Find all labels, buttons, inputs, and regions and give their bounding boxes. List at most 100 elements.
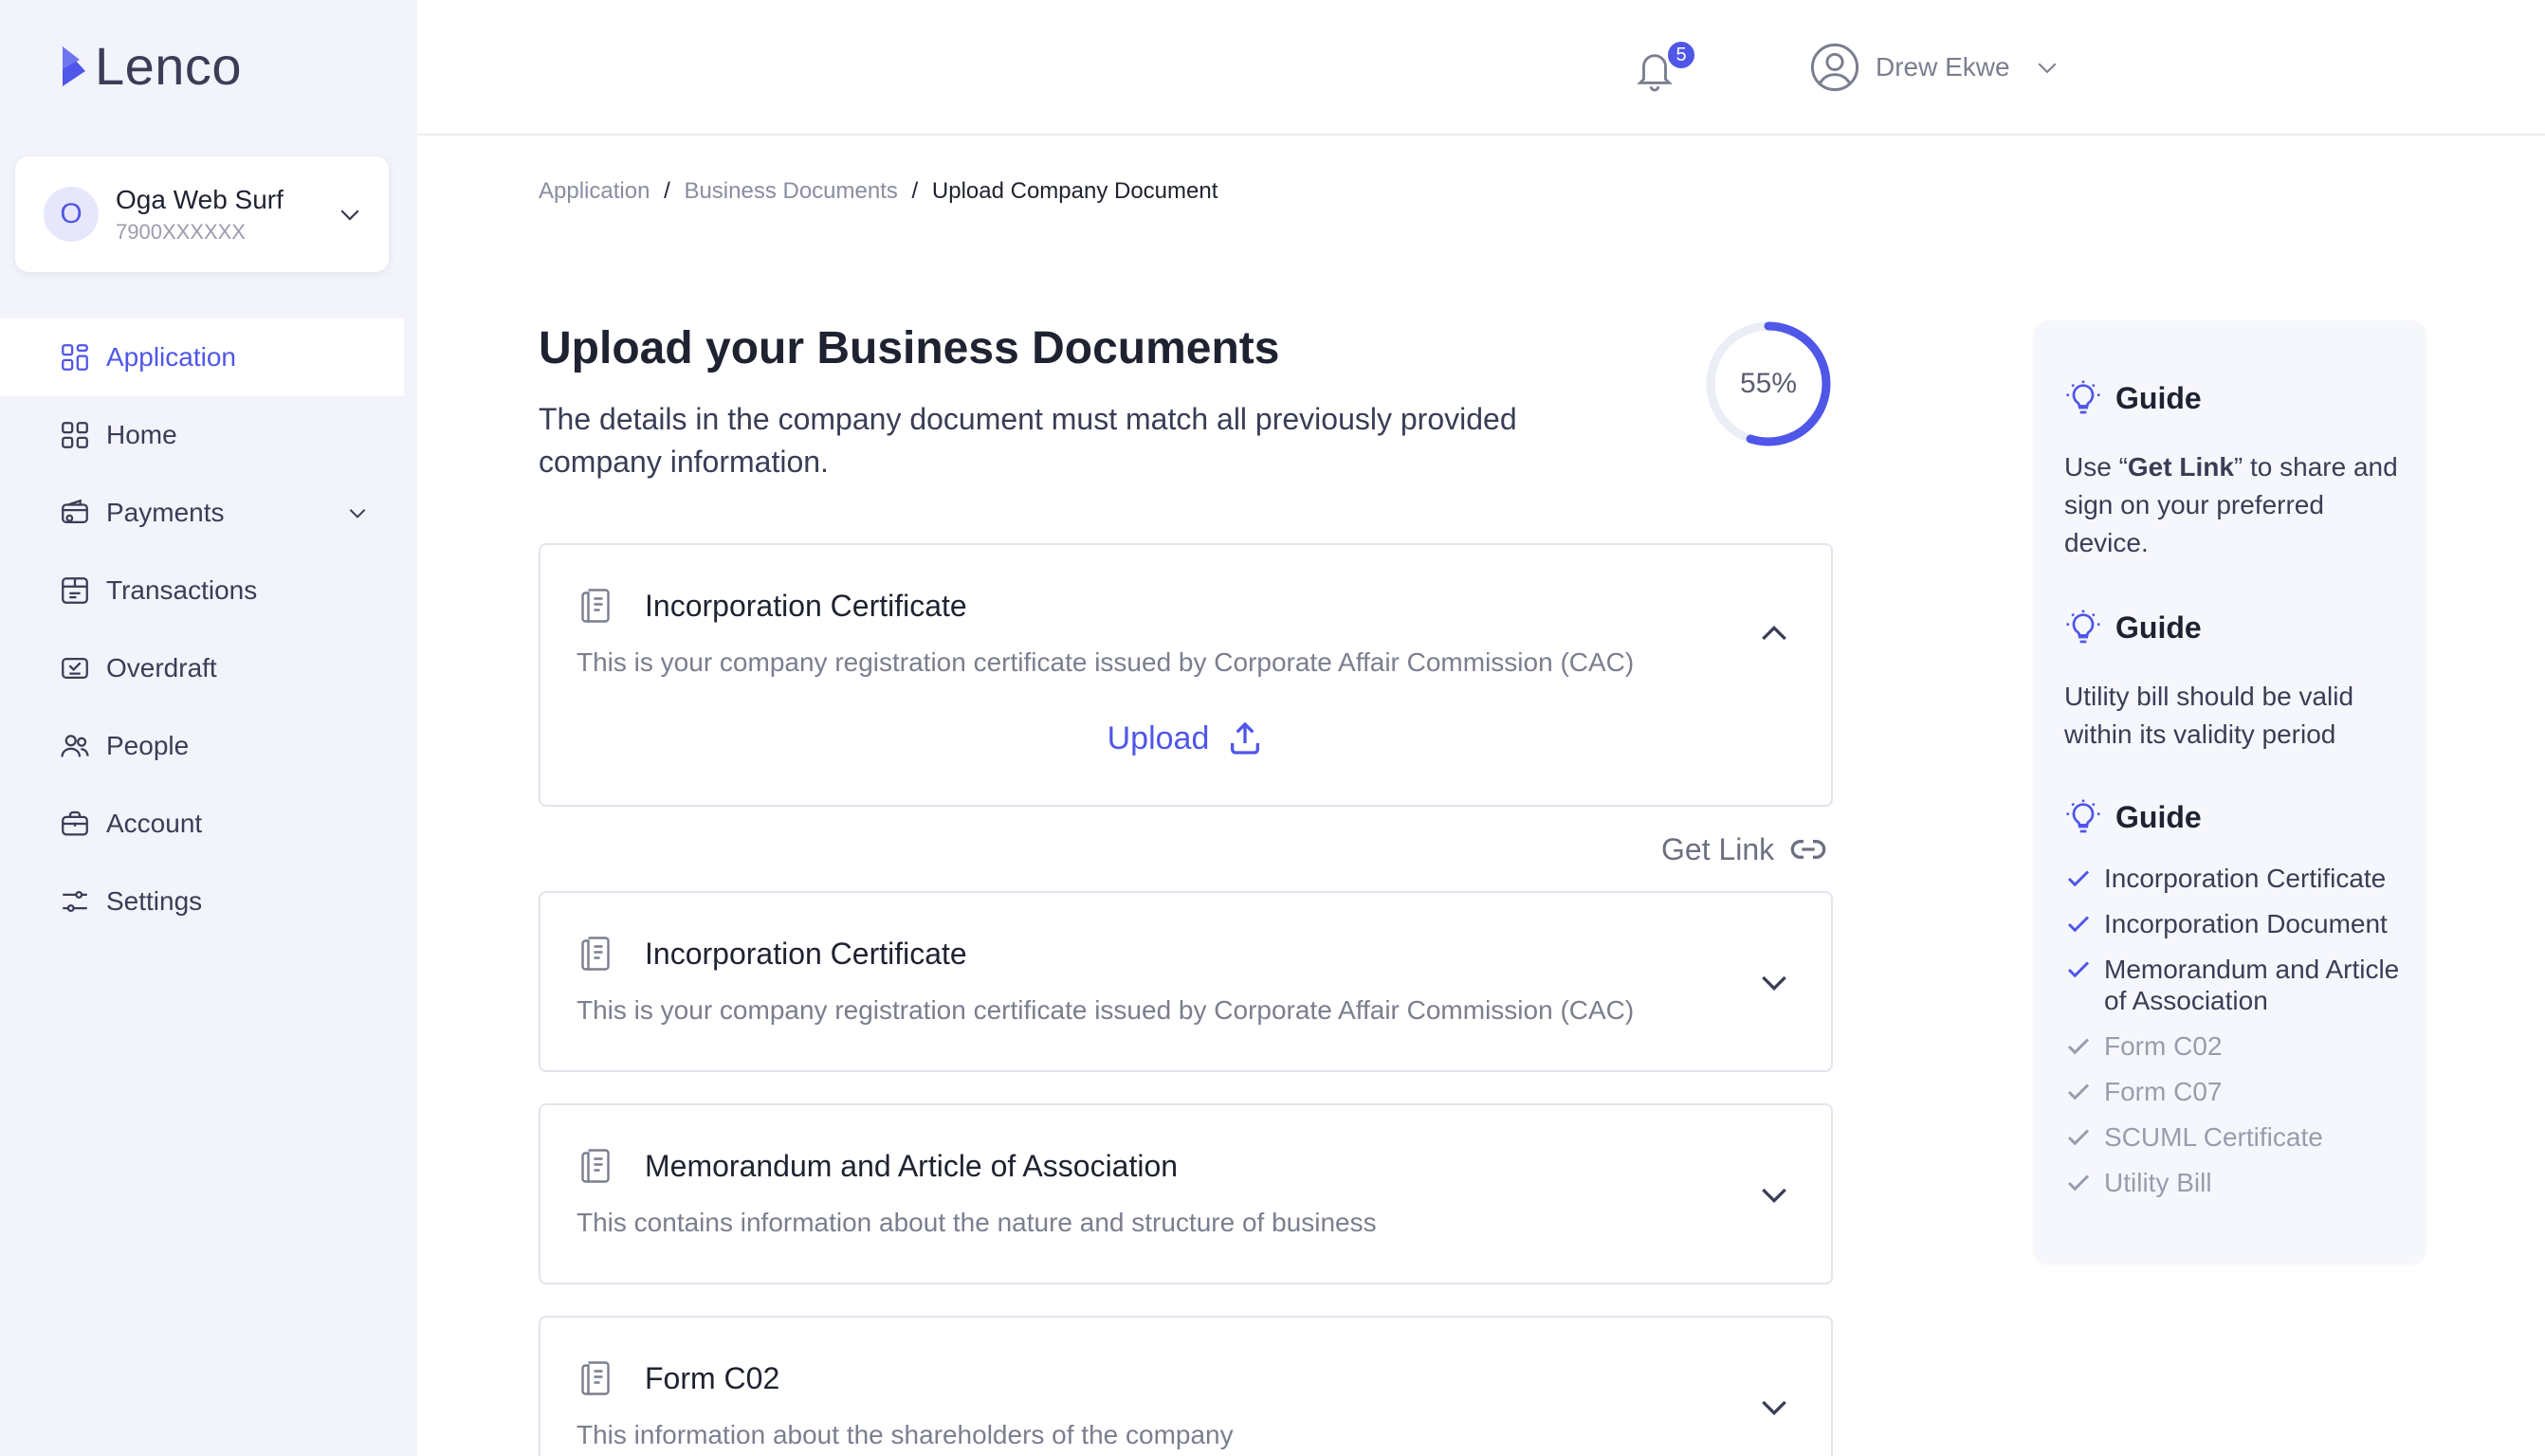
guide-checklist: Incorporation Certificate Incorporation … [2064,863,2415,1212]
lightbulb-icon [2066,610,2100,644]
sidebar-item-settings[interactable]: Settings [0,863,404,940]
people-icon [61,735,89,757]
sidebar-item-label: Transactions [106,575,258,605]
breadcrumb-separator: / [911,178,919,204]
guide-heading: Guide [2064,798,2202,836]
company-switcher[interactable]: O Oga Web Surf 7900XXXXXX [15,156,389,272]
document-title: Form C02 [645,1361,780,1395]
sidebar-item-account[interactable]: Account [0,785,404,863]
user-menu[interactable]: Drew Ekwe [1809,42,2061,93]
check-icon [2067,916,2090,933]
checklist-item-label: Incorporation Certificate [2104,864,2387,893]
page-title: Upload your Business Documents [539,323,1280,373]
checklist-item: Form C02 [2064,1030,2415,1062]
lenco-logo-icon [63,46,85,86]
transactions-icon [62,577,88,604]
chevron-down-icon[interactable] [1755,963,1793,1001]
sidebar-item-label: People [106,731,190,760]
checklist-item: Utility Bill [2064,1167,2415,1198]
overdraft-icon [62,657,88,680]
check-icon [2067,1083,2090,1101]
top-header [417,0,2545,136]
company-account-number: 7900XXXXXX [116,219,246,244]
chevron-down-icon[interactable] [1755,1175,1793,1213]
breadcrumb-business-documents[interactable]: Business Documents [684,178,897,204]
sidebar-item-label: Application [106,342,236,372]
document-title: Incorporation Certificate [645,589,967,623]
brand-name: Lenco [95,36,243,96]
notification-count-badge: 5 [1666,40,1696,70]
sidebar-item-application[interactable]: Application [0,318,404,396]
checklist-item: Incorporation Document [2064,908,2415,939]
document-title: Memorandum and Article of Association [645,1149,1179,1183]
guide-panel: Guide Use “Get Link” to share and sign o… [2034,320,2426,1264]
document-icon [581,1149,610,1183]
progress-percent: 55% [1739,368,1798,399]
guide-heading-label: Guide [2115,610,2202,645]
checklist-item: SCUML Certificate [2064,1121,2415,1153]
link-icon [1790,840,1826,859]
check-icon [2067,1038,2090,1055]
wallet-icon [62,499,88,524]
document-card-form-c02[interactable]: Form C02 This information about the shar… [539,1316,1833,1456]
checklist-item-label: Form C07 [2104,1077,2223,1106]
sidebar-item-payments[interactable]: Payments [0,474,404,552]
checklist-item: Incorporation Certificate [2064,863,2415,894]
get-link-label: Get Link [1661,831,1775,866]
chevron-up-icon[interactable] [1755,615,1793,653]
breadcrumb-separator: / [664,178,670,204]
lightbulb-icon [2066,799,2100,833]
sidebar-item-label: Account [106,809,203,838]
checklist-item-label: Incorporation Document [2104,909,2388,938]
page-description: The details in the company document must… [539,402,1517,479]
checklist-item: Memorandum and Article of Association [2064,954,2415,1016]
check-icon [2067,961,2090,978]
chevron-down-icon [349,509,366,519]
guide-tip-utility-bill: Utility bill should be valid within its … [2064,682,2354,749]
check-icon [2067,1174,2090,1192]
get-link-button[interactable]: Get Link [1661,830,1827,868]
check-icon [2067,870,2090,887]
breadcrumb-application[interactable]: Application [539,178,650,204]
breadcrumb-current: Upload Company Document [931,178,1218,204]
guide-tip-text: Use “ [2064,452,2128,482]
user-name: Drew Ekwe [1876,52,2010,82]
lightbulb-icon [2066,380,2100,414]
guide-heading: Guide [2064,609,2202,646]
checklist-item-label: Utility Bill [2104,1168,2212,1197]
sidebar-item-home[interactable]: Home [0,396,404,474]
upload-button[interactable]: Upload [540,719,1831,757]
sidebar-item-transactions[interactable]: Transactions [0,552,404,629]
progress-ring: 55% [1705,320,1832,447]
grid-icon [62,344,88,371]
sidebar-item-label: Settings [106,886,203,916]
sidebar-item-overdraft[interactable]: Overdraft [0,629,404,707]
guide-heading-label: Guide [2115,799,2202,834]
guide-heading: Guide [2064,379,2202,417]
document-card-incorporation-certificate-2[interactable]: Incorporation Certificate This is your c… [539,891,1833,1072]
document-description: This is your company registration certif… [577,995,1635,1025]
upload-label: Upload [1107,719,1210,756]
company-name: Oga Web Surf [116,185,284,215]
document-description: This information about the shareholders … [577,1420,1234,1449]
chevron-down-icon [2038,63,2057,74]
guide-tip-emphasis: Get Link [2127,452,2234,482]
home-grid-icon [62,422,88,448]
user-avatar-icon [1810,43,1859,92]
guide-heading-label: Guide [2115,380,2202,415]
checklist-item-label: SCUML Certificate [2104,1122,2323,1152]
document-card-memorandum[interactable]: Memorandum and Article of Association Th… [539,1103,1833,1284]
brand-logo[interactable]: Lenco [59,40,242,93]
chevron-down-icon[interactable] [1755,1388,1793,1426]
sidebar-item-label: Home [106,420,177,449]
document-icon [581,1361,610,1395]
document-description: This is your company registration certif… [577,647,1635,677]
document-description: This contains information about the natu… [577,1208,1377,1237]
company-avatar: O [44,187,99,242]
check-icon [2067,1129,2090,1146]
sidebar-item-people[interactable]: People [0,707,404,785]
sidebar: Lenco O Oga Web Surf 7900XXXXXX Applicat… [0,0,417,1456]
document-icon [581,589,610,623]
document-icon [581,937,610,971]
settings-sliders-icon [63,890,87,913]
